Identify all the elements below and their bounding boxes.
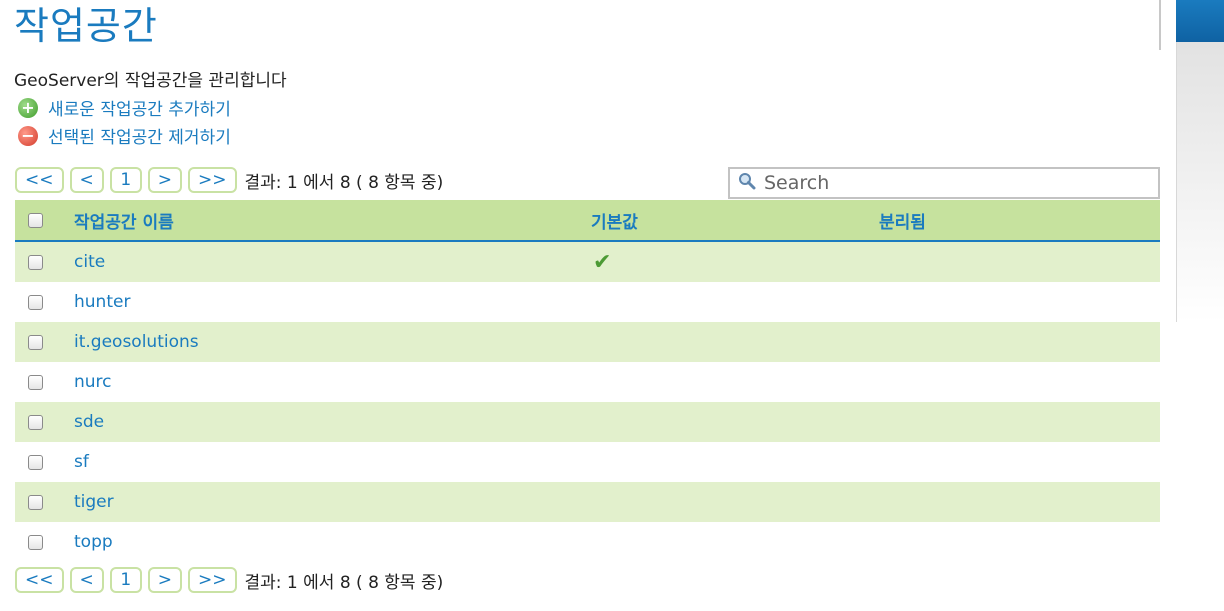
remove-workspace-label: 선택된 작업공간 제거하기 — [48, 128, 231, 148]
workspace-name-link[interactable]: nurc — [74, 362, 591, 402]
default-cell — [591, 402, 879, 442]
row-checkbox[interactable] — [28, 334, 43, 350]
isolated-cell — [879, 482, 1160, 522]
header-isolated[interactable]: 분리됨 — [879, 200, 1160, 242]
checkmark-icon: ✔ — [593, 249, 612, 275]
isolated-cell — [879, 241, 1160, 282]
next-page-button[interactable]: > — [147, 167, 182, 193]
pager-bottom: << < 1 > >> 결과: 1 에서 8 ( 8 항목 중) — [15, 567, 443, 593]
default-cell — [591, 522, 879, 562]
workspace-name-link[interactable]: hunter — [74, 282, 591, 322]
row-checkbox[interactable] — [28, 414, 43, 430]
workspace-name-link[interactable]: sde — [74, 402, 591, 442]
row-checkbox-cell — [15, 442, 74, 482]
row-checkbox[interactable] — [28, 454, 43, 470]
workspace-name-link[interactable]: cite — [74, 241, 591, 282]
default-cell: ✔ — [591, 241, 879, 282]
row-checkbox-cell — [15, 402, 74, 442]
table-row: topp — [15, 522, 1160, 562]
isolated-cell — [879, 442, 1160, 482]
header-default[interactable]: 기본값 — [591, 200, 879, 242]
workspace-name-link[interactable]: tiger — [74, 482, 591, 522]
right-shade — [1176, 42, 1224, 322]
default-cell — [591, 282, 879, 322]
table-row: cite ✔ — [15, 241, 1160, 282]
first-page-button[interactable]: << — [15, 167, 64, 193]
row-checkbox[interactable] — [28, 494, 43, 510]
isolated-cell — [879, 522, 1160, 562]
remove-icon: − — [18, 125, 38, 146]
select-all-cell — [15, 200, 74, 242]
workspace-name-link[interactable]: it.geosolutions — [74, 322, 591, 362]
row-checkbox[interactable] — [28, 254, 43, 270]
add-workspace-label: 새로운 작업공간 추가하기 — [48, 100, 231, 120]
table-row: nurc — [15, 362, 1160, 402]
workspace-table: 작업공간 이름 기본값 분리됨 cite ✔ hunter it.geosolutio… — [15, 200, 1160, 562]
row-checkbox-cell — [15, 282, 74, 322]
workspace-name-link[interactable]: sf — [74, 442, 591, 482]
isolated-cell — [879, 402, 1160, 442]
header-workspace-name[interactable]: 작업공간 이름 — [74, 200, 591, 242]
prev-page-button[interactable]: < — [69, 167, 104, 193]
isolated-cell — [879, 362, 1160, 402]
add-icon: + — [18, 97, 38, 118]
default-cell — [591, 322, 879, 362]
last-page-button-bottom[interactable]: >> — [188, 567, 237, 593]
row-checkbox[interactable] — [28, 294, 43, 310]
page-number-button[interactable]: 1 — [109, 167, 142, 193]
default-cell — [591, 442, 879, 482]
page-number-button-bottom[interactable]: 1 — [109, 567, 142, 593]
row-checkbox-cell — [15, 322, 74, 362]
isolated-cell — [879, 282, 1160, 322]
row-checkbox-cell — [15, 241, 74, 282]
add-workspace-link[interactable]: + 새로운 작업공간 추가하기 — [18, 95, 231, 120]
workspace-name-link[interactable]: topp — [74, 522, 591, 562]
table-row: sde — [15, 402, 1160, 442]
table-row: tiger — [15, 482, 1160, 522]
isolated-cell — [879, 322, 1160, 362]
magnifier-icon — [738, 172, 756, 195]
row-checkbox[interactable] — [28, 534, 43, 550]
select-all-checkbox[interactable] — [28, 212, 43, 228]
remove-workspace-link[interactable]: − 선택된 작업공간 제거하기 — [18, 123, 231, 148]
search-box[interactable] — [728, 167, 1160, 199]
pager-top: << < 1 > >> 결과: 1 에서 8 ( 8 항목 중) — [15, 167, 443, 193]
next-page-button-bottom[interactable]: > — [147, 567, 182, 593]
row-checkbox-cell — [15, 522, 74, 562]
pager-info-bottom: 결과: 1 에서 8 ( 8 항목 중) — [244, 572, 444, 593]
page-description: GeoServer의 작업공간을 관리합니다 — [14, 71, 287, 91]
first-page-button-bottom[interactable]: << — [15, 567, 64, 593]
default-cell — [591, 362, 879, 402]
page-title: 작업공간 — [14, 4, 158, 48]
default-cell — [591, 482, 879, 522]
last-page-button[interactable]: >> — [188, 167, 237, 193]
row-checkbox-cell — [15, 482, 74, 522]
page-edge — [1159, 0, 1161, 50]
row-checkbox-cell — [15, 362, 74, 402]
table-row: hunter — [15, 282, 1160, 322]
table-row: it.geosolutions — [15, 322, 1160, 362]
prev-page-button-bottom[interactable]: < — [69, 567, 104, 593]
row-checkbox[interactable] — [28, 374, 43, 390]
top-right-bar — [1176, 0, 1224, 42]
table-row: sf — [15, 442, 1160, 482]
search-input[interactable] — [762, 171, 1146, 195]
pager-info: 결과: 1 에서 8 ( 8 항목 중) — [244, 172, 444, 193]
table-header-row: 작업공간 이름 기본값 분리됨 — [15, 200, 1160, 242]
